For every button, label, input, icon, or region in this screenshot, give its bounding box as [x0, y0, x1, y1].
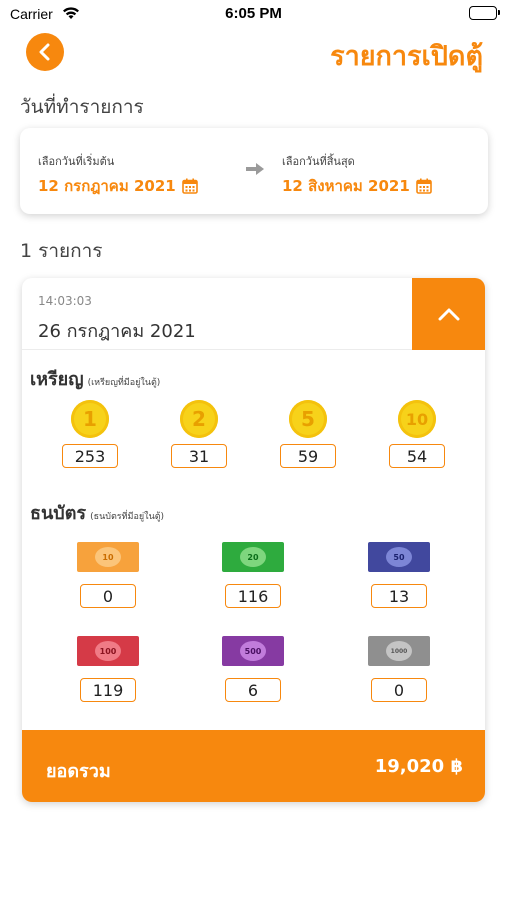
- date-range-label: วันที่ทำรายการ: [20, 96, 144, 118]
- banknote-500-count: 6: [225, 678, 281, 702]
- coin-5-count: 59: [280, 444, 336, 468]
- arrow-right-icon: [246, 163, 264, 175]
- banknotes-title: ธนบัตร (ธนบัตรที่มีอยู่ในตู้): [30, 498, 164, 527]
- banknotes-title-text: ธนบัตร: [30, 503, 87, 524]
- result-count: 1 รายการ: [20, 240, 103, 262]
- banknote-10-count: 0: [80, 584, 136, 608]
- banknote-1000-label: 1000: [386, 641, 412, 661]
- clock: 6:05 PM: [225, 5, 282, 22]
- banknote-50-icon: 50: [368, 542, 430, 572]
- banknote-20-icon: 20: [222, 542, 284, 572]
- back-button[interactable]: [26, 33, 64, 71]
- banknote-1000-icon: 1000: [368, 636, 430, 666]
- coins-title-text: เหรียญ: [30, 369, 84, 390]
- banknote-100-icon: 100: [77, 636, 139, 666]
- banknote-10-label: 10: [95, 547, 121, 567]
- end-date-text: 12 สิงหาคม 2021: [282, 177, 410, 195]
- banknote-100-count: 119: [80, 678, 136, 702]
- chevron-up-icon: [438, 308, 459, 321]
- coin-10-icon: 10: [398, 400, 436, 438]
- coin-5-icon: 5: [289, 400, 327, 438]
- page-title: รายการเปิดตู้: [330, 41, 483, 72]
- banknote-50-label: 50: [386, 547, 412, 567]
- coin-1-icon: 1: [71, 400, 109, 438]
- start-date-picker[interactable]: เลือกวันที่เริ่มต้น 12 กรกฎาคม 2021: [38, 152, 198, 198]
- start-date-value[interactable]: 12 กรกฎาคม 2021: [38, 174, 198, 198]
- total-label: ยอดรวม: [46, 761, 111, 782]
- calendar-icon: [415, 178, 432, 194]
- end-date-value[interactable]: 12 สิงหาคม 2021: [282, 174, 432, 198]
- banknote-20-count: 116: [225, 584, 281, 608]
- start-date-text: 12 กรกฎาคม 2021: [38, 177, 176, 195]
- coins-subtitle: (เหรียญที่มีอยู่ในตู้): [87, 378, 161, 388]
- record-card: 14:03:03 26 กรกฎาคม 2021 เหรียญ (เหรียญที…: [22, 278, 485, 802]
- record-time: 14:03:03: [38, 294, 92, 308]
- banknote-500-label: 500: [240, 641, 266, 661]
- banknote-50-count: 13: [371, 584, 427, 608]
- date-range-card: เลือกวันที่เริ่มต้น 12 กรกฎาคม 2021 เลือ…: [20, 128, 488, 214]
- banknote-500-icon: 500: [222, 636, 284, 666]
- banknote-1000-count: 0: [371, 678, 427, 702]
- banknote-20-label: 20: [240, 547, 266, 567]
- coin-10-count: 54: [389, 444, 445, 468]
- end-date-caption: เลือกวันที่สิ้นสุด: [282, 155, 355, 168]
- banknotes-subtitle: (ธนบัตรที่มีอยู่ในตู้): [90, 512, 165, 522]
- banknote-100-label: 100: [95, 641, 121, 661]
- record-header[interactable]: 14:03:03 26 กรกฎาคม 2021: [22, 278, 485, 350]
- coin-2-count: 31: [171, 444, 227, 468]
- coins-title: เหรียญ (เหรียญที่มีอยู่ในตู้): [30, 364, 160, 393]
- banknote-10-icon: 10: [77, 542, 139, 572]
- coin-2-icon: 2: [180, 400, 218, 438]
- total-value: 19,020 ฿: [374, 756, 463, 777]
- status-bar: Carrier 6:05 PM: [0, 0, 507, 30]
- total-bar: ยอดรวม 19,020 ฿: [22, 730, 485, 802]
- record-date: 26 กรกฎาคม 2021: [38, 321, 196, 342]
- battery-icon: [469, 6, 500, 20]
- end-date-picker[interactable]: เลือกวันที่สิ้นสุด 12 สิงหาคม 2021: [282, 152, 432, 198]
- collapse-button[interactable]: [412, 278, 485, 350]
- start-date-caption: เลือกวันที่เริ่มต้น: [38, 155, 115, 168]
- coin-1-count: 253: [62, 444, 118, 468]
- chevron-left-icon: [39, 43, 50, 61]
- calendar-icon: [181, 178, 198, 194]
